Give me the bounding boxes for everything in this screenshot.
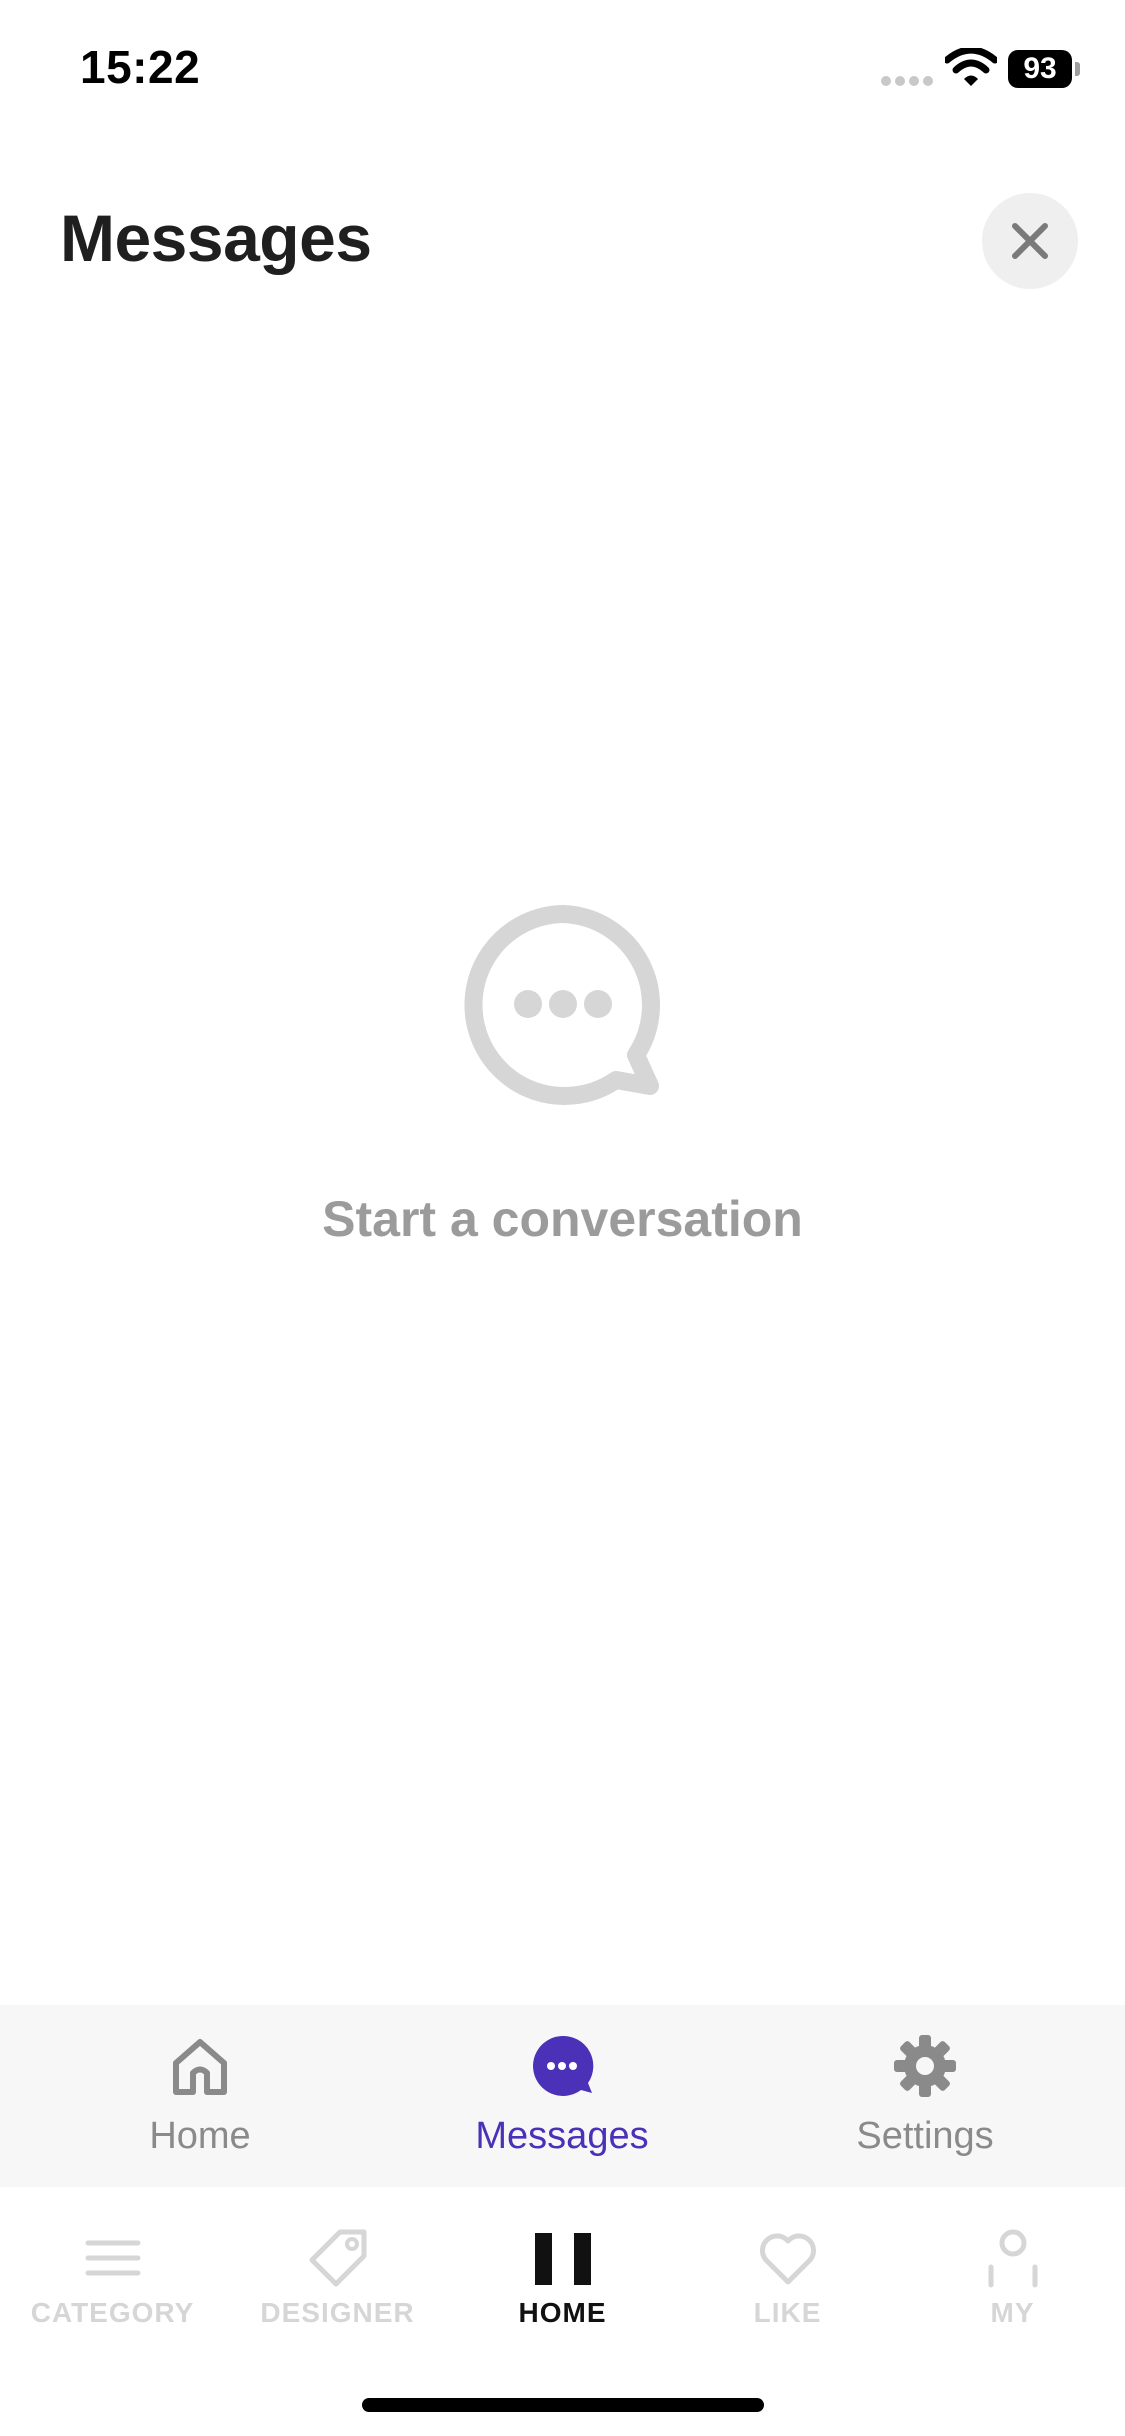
home-indicator[interactable] xyxy=(362,2398,764,2412)
person-icon xyxy=(988,2229,1037,2288)
tag-icon xyxy=(309,2229,366,2287)
tab-messages-label: Messages xyxy=(475,2115,649,2157)
nav-item-my-label: MY xyxy=(990,2297,1035,2328)
chat-bubble-icon xyxy=(463,905,660,1105)
wifi-icon xyxy=(945,48,997,86)
status-bar: 15:22 93 xyxy=(0,0,1125,140)
chat-bubble-icon xyxy=(533,2035,594,2096)
nav-item-designer-label: DESIGNER xyxy=(260,2297,415,2328)
inner-tab-bar: Home Messages Settings xyxy=(0,2005,1125,2187)
tab-home[interactable]: Home xyxy=(70,2033,330,2158)
status-time: 15:22 xyxy=(80,41,201,93)
tab-home-label: Home xyxy=(149,2115,251,2157)
nav-item-home[interactable]: HOME xyxy=(450,2227,675,2329)
page-title: Messages xyxy=(60,201,372,275)
empty-state-text: Start a conversation xyxy=(322,1191,803,1247)
house-icon xyxy=(173,2039,227,2095)
nav-item-like[interactable]: LIKE xyxy=(675,2227,900,2329)
menu-lines-icon xyxy=(85,2240,140,2276)
nav-item-like-label: LIKE xyxy=(753,2297,822,2328)
tab-settings[interactable]: Settings xyxy=(795,2033,1055,2158)
battery-level: 93 xyxy=(1023,52,1057,85)
nav-item-home-label: HOME xyxy=(518,2297,607,2328)
close-icon xyxy=(1012,223,1048,259)
pause-bars-icon xyxy=(534,2233,591,2285)
battery-icon: 93 xyxy=(1008,50,1080,88)
close-button[interactable] xyxy=(982,193,1078,289)
nav-item-category-label: CATEGORY xyxy=(30,2297,195,2328)
heart-icon xyxy=(759,2233,816,2285)
gear-icon xyxy=(894,2035,956,2097)
cellular-signal-icon xyxy=(881,76,933,86)
nav-item-my[interactable]: MY xyxy=(900,2227,1125,2329)
tab-messages[interactable]: Messages xyxy=(432,2033,692,2158)
empty-state: Start a conversation xyxy=(0,900,1125,1248)
nav-item-designer[interactable]: DESIGNER xyxy=(225,2227,450,2329)
tab-settings-label: Settings xyxy=(856,2115,994,2157)
nav-item-category[interactable]: CATEGORY xyxy=(0,2227,225,2329)
